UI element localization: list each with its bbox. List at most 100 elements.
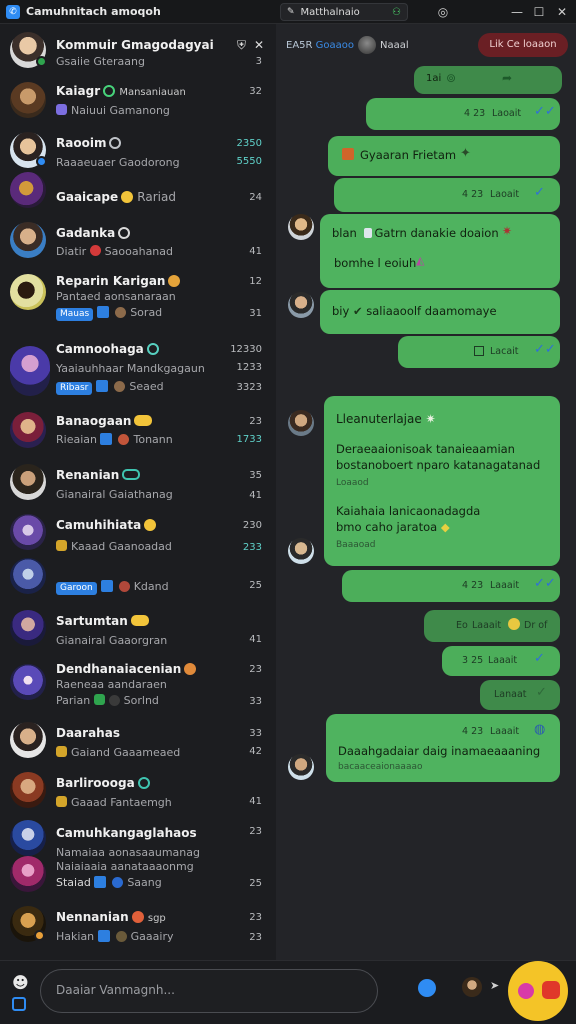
- chat-list-item[interactable]: Nennanian sgp Hakian Gaaairy 23 23: [0, 904, 276, 950]
- emoji-icon: [122, 469, 141, 480]
- outgoing-message[interactable]: Gyaaran Frietam ✦: [328, 136, 560, 176]
- chat-subtitle: Mansaniauan: [119, 87, 186, 98]
- chat-preview: Raeneaa aandaraen: [56, 678, 167, 691]
- tag-icon: [96, 380, 109, 392]
- chat-list-item[interactable]: Gaaicape Rariad 24: [0, 172, 276, 218]
- message-text: Gatrn danakie doaion: [374, 226, 499, 240]
- outgoing-message[interactable]: 3 25 Laaait ✓: [442, 646, 560, 676]
- label-tag: Garoon: [56, 582, 97, 595]
- chat-time: 24: [249, 192, 262, 203]
- outgoing-message[interactable]: 4 23 Laoait ✓✓: [366, 98, 560, 130]
- folder-icon: [56, 796, 67, 807]
- chat-preview-2: Gaaameaed: [113, 746, 181, 759]
- outgoing-message[interactable]: 1ai ⊚ ➦: [414, 66, 562, 94]
- shield-icon[interactable]: ⛨: [237, 38, 246, 53]
- chat-list-item[interactable]: Sartumtan Gianairal Gaaorgran 41: [0, 608, 276, 654]
- chat-preview-3: Kdand: [133, 580, 169, 593]
- emoji-picker-icon[interactable]: ☻: [12, 973, 29, 992]
- send-button[interactable]: [508, 961, 568, 1021]
- title-bar: ✆ Camuhnitach amoqoh ✎ Matthalnaio ⚇ ◎ —…: [0, 0, 576, 24]
- chat-list-item[interactable]: Dendhanaiacenian Raeneaa aandaraen Paria…: [0, 660, 276, 707]
- avatar: [10, 820, 46, 856]
- chat-list-item[interactable]: Renanian Gianairal Gaiathanag 35 41: [0, 462, 276, 508]
- avatar: [10, 274, 46, 310]
- dropdown-icon[interactable]: ➤: [490, 979, 499, 992]
- chat-time: 3323: [236, 382, 262, 393]
- chat-preview: Hakian: [56, 930, 95, 943]
- sender-avatar[interactable]: [288, 754, 314, 780]
- avatar: [10, 412, 46, 448]
- mini-avatar: [112, 877, 124, 888]
- chat-preview-3: Sorlnd: [123, 694, 159, 707]
- chat-list-item[interactable]: Camnoohaga Yaaiauhhaar Mandkgagaun Ribas…: [0, 340, 276, 396]
- chat-time: 23: [249, 826, 262, 837]
- chat-preview: Gaaad: [71, 796, 107, 809]
- chat-name: Camnoohaga: [56, 342, 144, 356]
- message-text: bomhe l eoiuh: [334, 256, 417, 270]
- incoming-message[interactable]: biy ✔ saliaaoolf daamomaye: [320, 290, 560, 334]
- close-chat-icon[interactable]: ✕: [254, 38, 264, 52]
- header-label: EA5R Goaaoo: [286, 40, 355, 51]
- online-badge-icon: [36, 56, 47, 67]
- window-title: Camuhnitach amoqoh: [26, 5, 161, 18]
- sender-avatar[interactable]: [288, 292, 314, 318]
- green-tag-icon: [93, 694, 105, 705]
- message-time: 4 23: [462, 189, 484, 200]
- emoji-icon: [508, 618, 520, 630]
- maximize-icon[interactable]: ☐: [530, 3, 548, 21]
- chat-name: Gadanka: [56, 226, 116, 240]
- chat-list-item[interactable]: Gadanka Diatir Saooahanad 41: [0, 218, 276, 264]
- help-icon[interactable]: ◎: [434, 3, 452, 21]
- attach-icon[interactable]: [12, 997, 26, 1011]
- chat-name: Camuhihiata: [56, 518, 142, 532]
- header-action-button[interactable]: Lik Ce loaaon: [478, 33, 568, 57]
- header-link[interactable]: Goaaoo: [316, 40, 354, 51]
- sender-avatar[interactable]: [288, 410, 314, 436]
- chat-time: 12330: [230, 344, 262, 355]
- chat-preview: Gaiand: [71, 746, 111, 759]
- incoming-message[interactable]: 4 23 Laaait ◍ Daaahgadaiar daig inamaeaa…: [326, 714, 560, 782]
- message-composer: ☻ Daaiar Vanmagnh... ➤: [0, 960, 576, 1024]
- mini-avatar: [118, 434, 130, 445]
- chat-list-item[interactable]: Camuhkangaglahaos Namaiaa aonasaaumanag …: [0, 820, 276, 892]
- incoming-message[interactable]: blan Gatrn danakie doaion ✷ bomhe l eoiu…: [320, 214, 560, 288]
- chat-preview-2: Gaanoadad: [108, 540, 172, 553]
- chat-list-item[interactable]: Camuhihiata Kaaad Gaanoadad Garoon Kdand …: [0, 514, 276, 595]
- voice-icon[interactable]: [418, 979, 436, 997]
- chat-list-item[interactable]: Daarahas Gaiand Gaaameaed 33 42: [0, 722, 276, 768]
- message-text: jaratoa: [396, 520, 438, 534]
- chat-name: Camuhkangaglahaos: [56, 826, 197, 840]
- minimize-icon[interactable]: —: [508, 3, 526, 21]
- chat-time: 1733: [236, 434, 262, 445]
- chat-preview-2: Fantaemgh: [110, 796, 172, 809]
- outgoing-message[interactable]: Lacait ✓✓: [398, 336, 560, 368]
- chat-name: Kommuir Gmagodagyai: [56, 38, 214, 52]
- chat-name: Banaogaan: [56, 414, 132, 428]
- chat-list-item[interactable]: Barliroooga Gaaad Fantaemgh 41: [0, 770, 276, 816]
- tag-icon: [97, 306, 110, 318]
- chat-list-item[interactable]: Kommuir Gmagodagyai Gsaiie Gteraang 3 ⛨ …: [0, 30, 276, 76]
- close-icon[interactable]: ✕: [553, 3, 571, 21]
- incoming-message[interactable]: Lleanuterlajae ✷ Deraeaaionisoak tanaiea…: [324, 396, 560, 566]
- chat-list-item[interactable]: Kaiagr Mansaniauan Naiuui Gamanong 32: [0, 78, 276, 124]
- tag-icon: [94, 876, 107, 888]
- chat-list-item[interactable]: Raooim Raaaeuaer Gaodorong 2350 5550: [0, 128, 276, 174]
- chat-list-item[interactable]: Reparin Karigan Pantaed aonsanaraan Maua…: [0, 270, 276, 321]
- window-tab[interactable]: ✎ Matthalnaio ⚇: [280, 3, 408, 21]
- mini-avatar: [115, 307, 127, 318]
- sender-avatar[interactable]: [288, 214, 314, 240]
- chat-list-item[interactable]: Banaogaan Rieaian Tonann 23 1733: [0, 410, 276, 456]
- outgoing-message[interactable]: 4 23 Laaait ✓✓: [342, 570, 560, 602]
- outgoing-message[interactable]: 4 23 Laoait ✓: [334, 178, 560, 212]
- contact-avatar[interactable]: [358, 36, 376, 54]
- chat-preview: Pantaed aonsanaraan: [56, 290, 176, 303]
- outgoing-message[interactable]: Lanaat ✓: [480, 680, 560, 710]
- sent-receipt-icon: ✓: [536, 685, 547, 700]
- outgoing-message[interactable]: Eo Laaait Dr of: [424, 610, 560, 642]
- contact-avatar[interactable]: [462, 977, 482, 997]
- sender-avatar[interactable]: [288, 538, 314, 564]
- message-text: Gyaaran Frietam: [360, 148, 457, 162]
- conversation-pane: EA5R Goaaoo Naaal Lik Ce loaaon 1ai ⊚ ➦ …: [276, 24, 576, 960]
- chat-preview: Namaiaa aonasaaumanag: [56, 846, 200, 859]
- message-text: Deraeaaionisoak tanaieaamian: [336, 442, 515, 456]
